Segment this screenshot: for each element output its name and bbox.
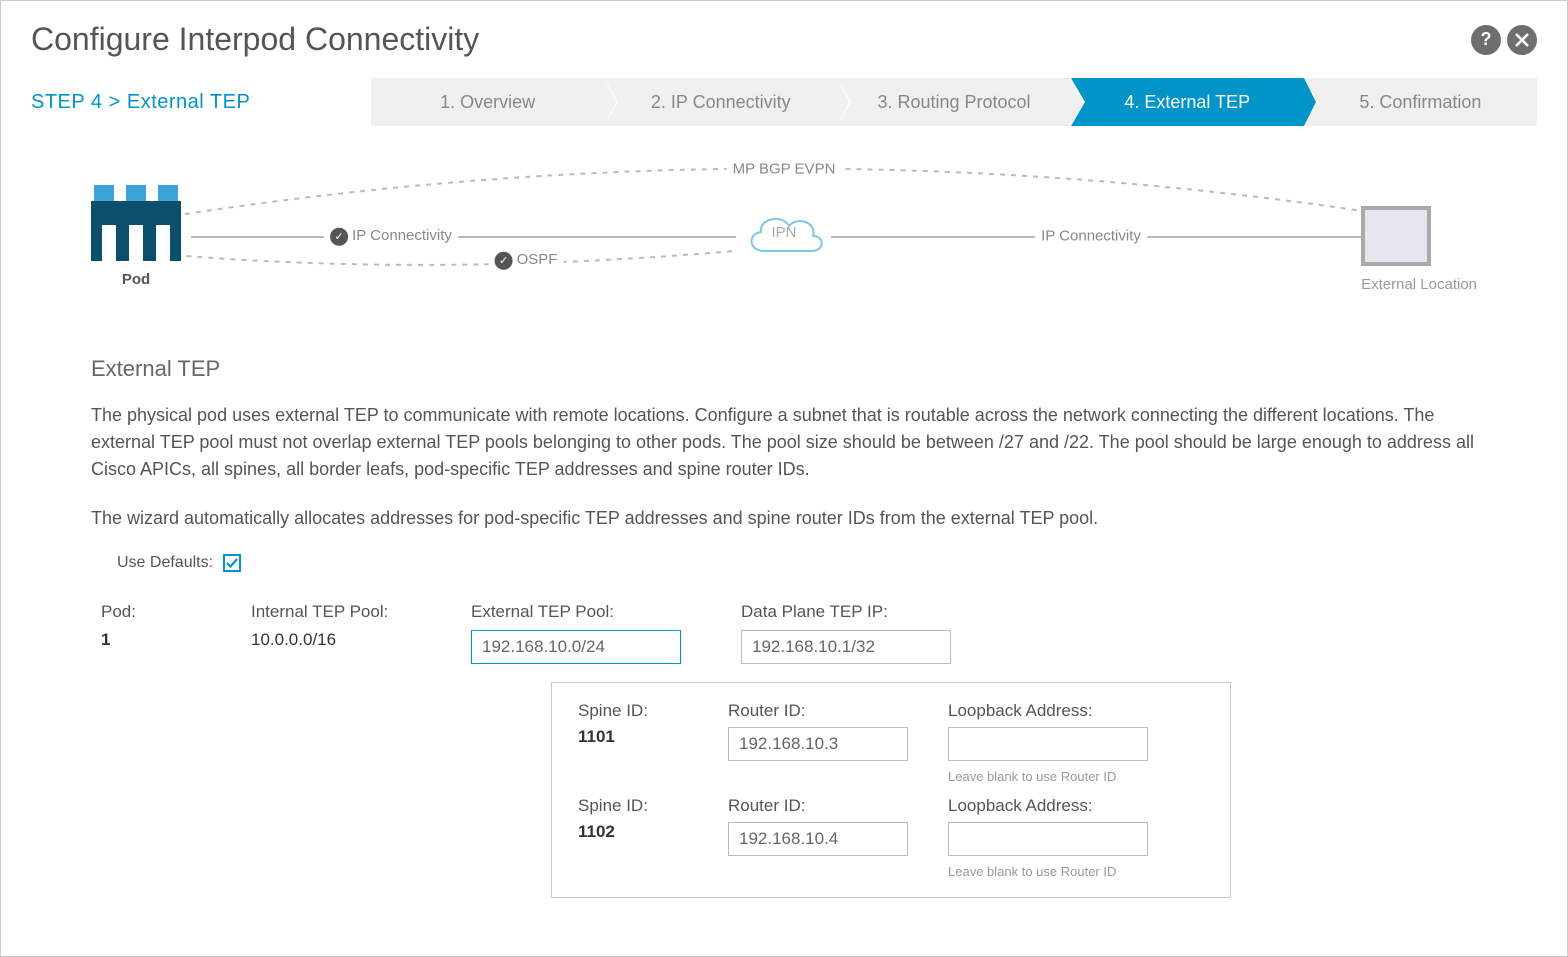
wizard-step-confirmation[interactable]: 5. Confirmation [1304,78,1537,126]
help-icon[interactable]: ? [1471,25,1501,55]
external-location-label: External Location [1361,276,1477,293]
section-title: External TEP [91,356,1477,382]
wizard-step-overview[interactable]: 1. Overview [371,78,604,126]
loopback-hint-2: Leave blank to use Router ID [948,864,1148,879]
wizard-step-routing-protocol[interactable]: 3. Routing Protocol [837,78,1070,126]
spine-id-label-2: Spine ID: [578,796,688,816]
pod-value: 1 [101,630,191,650]
spine-id-2: 1102 [578,822,688,842]
loopback-label-1: Loopback Address: [948,701,1148,721]
spine-id-1: 1101 [578,727,688,747]
router-id-input-2[interactable] [728,822,908,856]
router-id-label-2: Router ID: [728,796,908,816]
external-tep-input[interactable] [471,630,681,664]
close-icon[interactable] [1507,25,1537,55]
wizard-steps: 1. Overview 2. IP Connectivity 3. Routin… [371,78,1537,126]
mp-bgp-label: MP BGP EVPN [727,161,842,178]
step-breadcrumb: STEP 4 > External TEP [31,91,371,114]
router-id-label-1: Router ID: [728,701,908,721]
pod-label: Pod [91,271,181,288]
spine-config-box: Spine ID: 1101 Router ID: Loopback Addre… [551,682,1231,898]
data-plane-tep-label: Data Plane TEP IP: [741,602,951,622]
pod-label-field: Pod: [101,602,191,622]
router-id-input-1[interactable] [728,727,908,761]
ospf-label: OSPF [517,251,558,268]
topology-diagram: MP BGP EVPN Pod ✓IP Connectivity ✓OSPF I… [91,166,1477,336]
use-defaults-checkbox[interactable] [223,554,241,572]
check-icon: ✓ [495,251,513,269]
wizard-step-ip-connectivity[interactable]: 2. IP Connectivity [604,78,837,126]
loopback-label-2: Loopback Address: [948,796,1148,816]
data-plane-tep-input[interactable] [741,630,951,664]
loopback-input-1[interactable] [948,727,1148,761]
external-tep-label: External TEP Pool: [471,602,681,622]
description-1: The physical pod uses external TEP to co… [91,402,1477,483]
page-title: Configure Interpod Connectivity [31,21,479,58]
loopback-hint-1: Leave blank to use Router ID [948,769,1148,784]
spine-id-label-1: Spine ID: [578,701,688,721]
ipn-label: IPN [771,224,796,241]
internal-tep-value: 10.0.0.0/16 [251,630,411,650]
description-2: The wizard automatically allocates addre… [91,505,1477,532]
internal-tep-label: Internal TEP Pool: [251,602,411,622]
ip-conn-left-label: IP Connectivity [352,227,452,244]
wizard-step-external-tep[interactable]: 4. External TEP [1071,78,1304,126]
pod-icon: Pod [91,201,181,288]
use-defaults-label: Use Defaults: [117,554,213,572]
external-location-icon: External Location [1361,206,1477,293]
check-icon: ✓ [330,227,348,245]
loopback-input-2[interactable] [948,822,1148,856]
ip-conn-right-label: IP Connectivity [1035,228,1147,245]
